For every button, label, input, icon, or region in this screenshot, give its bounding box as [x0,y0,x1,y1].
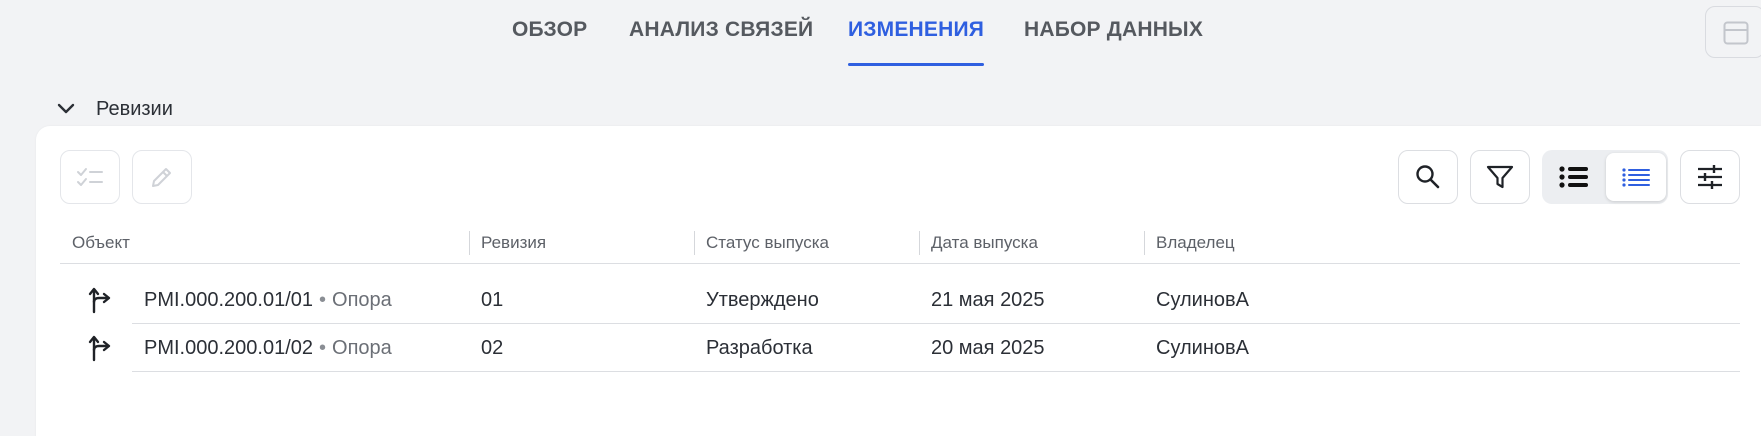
tab-changes[interactable]: ИЗМЕНЕНИЯ [848,18,985,66]
pencil-icon [152,168,171,187]
edit-button[interactable] [132,150,192,204]
column-header-release-date[interactable]: Дата выпуска [919,222,1038,264]
object-cell[interactable]: PMI.000.200.01/02 • Опора [144,324,392,372]
revision-icon [88,335,111,362]
revisions-card: Объект Ревизия Статус выпуска Дата выпус… [36,126,1761,436]
column-header-release-status[interactable]: Статус выпуска [694,222,829,264]
chevron-down-icon [57,103,75,114]
tab-dataset[interactable]: НАБОР ДАННЫХ [1024,18,1203,66]
date-cell: 20 мая 2025 [931,337,1045,359]
object-cell[interactable]: PMI.000.200.01/01 • Опора [144,276,392,324]
section-title: Ревизии [96,97,173,120]
filter-button[interactable] [1470,150,1530,204]
date-cell: 21 мая 2025 [931,289,1045,311]
table-row[interactable]: PMI.000.200.01/02 • Опора 02 Разработка 20… [60,324,1740,372]
status-cell: Утверждено [706,289,819,311]
list-view-button[interactable] [1544,153,1604,201]
revision-cell: 02 [481,337,504,359]
search-button[interactable] [1398,150,1458,204]
view-mode-switch [1542,150,1668,204]
sliders-icon [1698,165,1722,189]
compact-list-view-button[interactable] [1606,153,1666,201]
object-id: PMI.000.200.01/01 [144,289,314,311]
page: ОБЗОР АНАЛИЗ СВЯЗЕЙ ИЗМЕНЕНИЯ НАБОР ДАНН… [0,0,1761,436]
revisions-section-header[interactable]: Ревизии [54,94,173,124]
owner-cell: СулиновА [1156,289,1249,311]
column-header-revision[interactable]: Ревизия [468,222,546,264]
compact-list-icon [1622,168,1650,187]
table-row[interactable]: PMI.000.200.01/01 • Опора 01 Утверждено 21… [60,276,1740,324]
column-header-object[interactable]: Объект [72,222,130,264]
panel-icon [1723,21,1749,45]
checklist-icon [77,168,103,186]
tab-overview[interactable]: ОБЗОР [512,18,587,66]
owner-cell: СулиновА [1156,337,1249,359]
revision-cell: 01 [481,289,504,311]
tab-bar: ОБЗОР АНАЛИЗ СВЯЗЕЙ ИЗМЕНЕНИЯ НАБОР ДАНН… [0,0,1761,66]
side-panel-toggle-button[interactable] [1705,6,1761,58]
list-view-icon [1559,166,1588,188]
object-id: PMI.000.200.01/02 [144,337,314,359]
revision-icon [88,287,111,314]
filter-icon [1486,165,1514,189]
object-type: Опора [332,289,392,311]
column-header-owner[interactable]: Владелец [1144,222,1235,264]
tab-link-analysis[interactable]: АНАЛИЗ СВЯЗЕЙ [629,18,813,66]
separator-dot: • [319,337,327,359]
search-icon [1416,165,1440,189]
bulk-select-button[interactable] [60,150,120,204]
object-type: Опора [332,337,392,359]
status-cell: Разработка [706,337,813,359]
table-header: Объект Ревизия Статус выпуска Дата выпус… [60,222,1740,264]
column-settings-button[interactable] [1680,150,1740,204]
separator-dot: • [319,289,327,311]
